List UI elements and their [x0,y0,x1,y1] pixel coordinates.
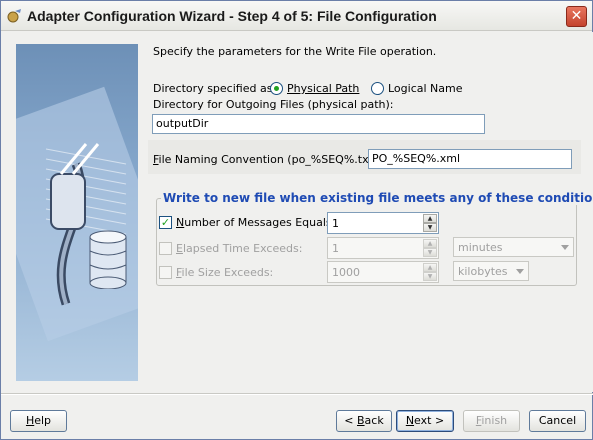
elapsed-time-row[interactable]: Elapsed Time Exceeds: [159,242,302,255]
next-accel: N [405,414,415,427]
num-messages-spinner[interactable]: 1 ▲ ▼ [327,212,439,234]
file-size-value: 1000 [332,266,360,279]
help-accel: H [25,414,35,427]
num-messages-label: Number of Messages Equals: [176,216,335,229]
help-button[interactable]: Help [10,410,67,432]
back-label: ack [364,414,384,427]
back-arrow-text: < [344,414,357,427]
close-icon[interactable]: ✕ [566,6,587,27]
num-messages-accel: N [176,216,185,229]
radio-logical-indicator[interactable] [371,82,384,95]
file-naming-input[interactable]: PO_%SEQ%.xml [368,149,572,169]
file-size-arrows: ▲ ▼ [423,263,437,281]
window-title: Adapter Configuration Wizard - Step 4 of… [27,8,437,24]
next-button[interactable]: Next > [396,410,454,432]
finish-button[interactable]: Finish [463,410,520,432]
file-size-row[interactable]: File Size Exceeds: [159,266,273,279]
file-size-spinner[interactable]: 1000 ▲ ▼ [327,261,439,283]
next-label: ext > [414,414,445,427]
chevron-down-icon [561,245,569,250]
cancel-button[interactable]: Cancel [529,410,586,432]
spinner-down-icon[interactable]: ▼ [423,223,437,232]
file-naming-label-text: ile Naming Convention (po_%SEQ%.txt): [158,153,381,166]
conditions-group-title: Write to new file when existing file mee… [161,191,593,205]
chevron-down-icon [516,269,524,274]
elapsed-time-label-text: lapsed Time Exceeds: [182,242,303,255]
num-messages-value: 1 [332,217,339,230]
radio-physical-path[interactable]: Physical Path [270,82,359,95]
spinner-up-icon[interactable]: ▲ [423,263,437,272]
spinner-up-icon[interactable]: ▲ [423,239,437,248]
file-size-unit: kilobytes [458,265,508,278]
elapsed-time-value: 1 [332,242,339,255]
back-button[interactable]: < Back [336,410,392,432]
outgoing-dir-label: Directory for Outgoing Files (physical p… [153,98,394,111]
back-accel: B [357,414,365,427]
file-size-unit-select[interactable]: kilobytes [453,261,529,281]
num-messages-label-text: umber of Messages Equals: [184,216,336,229]
finish-label: inish [481,414,508,427]
file-naming-label: File Naming Convention (po_%SEQ%.txt): [153,153,381,166]
directory-specified-label: Directory specified as [153,82,273,95]
elapsed-time-spinner[interactable]: 1 ▲ ▼ [327,237,439,259]
radio-physical-label: Physical Path [287,82,360,95]
num-messages-checkbox[interactable]: ✓ [159,216,172,229]
intro-text: Specify the parameters for the Write Fil… [153,45,437,58]
file-size-checkbox[interactable] [159,266,172,279]
database-icon [89,230,127,289]
side-illustration [16,44,138,381]
elapsed-time-checkbox[interactable] [159,242,172,255]
spinner-down-icon[interactable]: ▼ [423,248,437,257]
spinner-down-icon[interactable]: ▼ [423,272,437,281]
outgoing-dir-input[interactable]: outputDir [152,114,485,134]
elapsed-time-accel: E [176,242,183,255]
elapsed-time-unit: minutes [458,241,503,254]
radio-logical-name[interactable]: Logical Name [371,82,463,95]
footer-divider [1,393,593,395]
plug-cable-icon [16,86,138,342]
file-size-label-text: ile Size Exceeds: [181,266,274,279]
wizard-window: Adapter Configuration Wizard - Step 4 of… [0,0,593,440]
num-messages-row[interactable]: ✓ Number of Messages Equals: [159,216,335,229]
title-bar: Adapter Configuration Wizard - Step 4 of… [1,1,592,31]
elapsed-time-arrows: ▲ ▼ [423,239,437,257]
radio-logical-label: Logical Name [388,82,463,95]
file-size-label: File Size Exceeds: [176,266,273,279]
elapsed-time-unit-select[interactable]: minutes [453,237,574,257]
help-label: elp [34,414,52,427]
wizard-app-icon [7,9,21,23]
elapsed-time-label: Elapsed Time Exceeds: [176,242,302,255]
num-messages-arrows: ▲ ▼ [423,214,437,232]
spinner-up-icon[interactable]: ▲ [423,214,437,223]
radio-physical-indicator[interactable] [270,82,283,95]
